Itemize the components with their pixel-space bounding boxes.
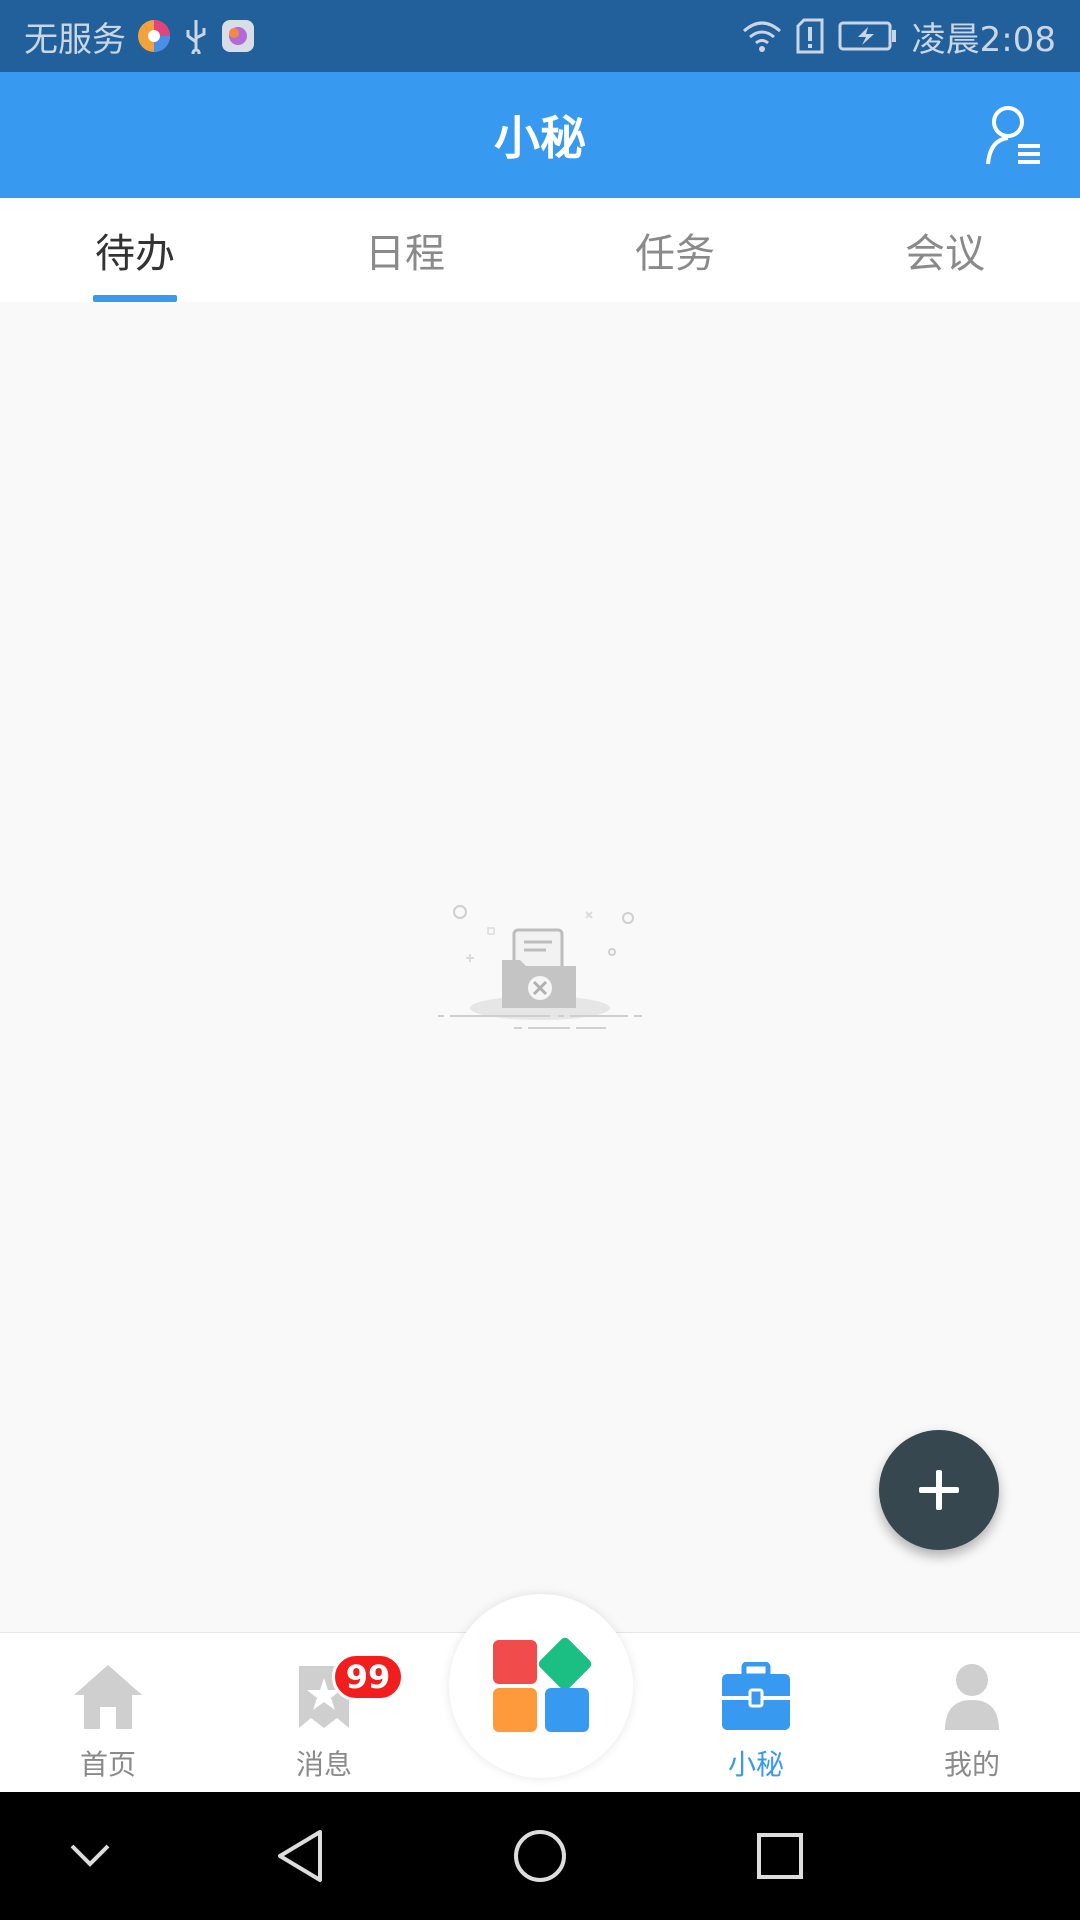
message-icon: 99	[288, 1653, 404, 1733]
empty-folder-icon	[430, 898, 650, 1038]
chevron-down-icon[interactable]	[54, 1820, 126, 1892]
app-bar: 小秘	[0, 72, 1080, 198]
nav-item-messages[interactable]: 99 消息	[234, 1633, 414, 1793]
status-left: 无服务	[24, 12, 256, 61]
wifi-icon	[742, 19, 782, 53]
app-store-icon	[220, 18, 256, 54]
battery-charging-icon	[838, 21, 898, 51]
home-icon	[72, 1661, 144, 1733]
recents-icon[interactable]	[744, 1820, 816, 1892]
nav-label: 小秘	[727, 1748, 784, 1781]
nav-label: 消息	[295, 1748, 352, 1781]
add-button[interactable]	[879, 1430, 999, 1550]
tab-tasks[interactable]: 任务	[540, 198, 810, 302]
message-badge: 99	[332, 1653, 404, 1701]
tab-schedule[interactable]: 日程	[270, 198, 540, 302]
back-icon[interactable]	[264, 1820, 336, 1892]
home-circle-icon[interactable]	[504, 1820, 576, 1892]
apps-grid-icon	[493, 1637, 592, 1732]
page-title: 小秘	[494, 111, 586, 165]
nav-label: 我的	[943, 1748, 1000, 1781]
carrier-text: 无服务	[24, 19, 126, 60]
plus-icon	[919, 1470, 959, 1510]
user-list-button[interactable]	[984, 102, 1044, 168]
usb-icon	[182, 18, 210, 54]
tab-indicator	[93, 295, 177, 302]
nav-label: 首页	[79, 1748, 136, 1781]
tab-label: 待办	[95, 231, 175, 277]
nav-item-home[interactable]: 首页	[18, 1633, 198, 1793]
tab-meetings[interactable]: 会议	[810, 198, 1080, 302]
status-right: 凌晨2:08	[742, 12, 1056, 61]
tab-label: 会议	[905, 231, 985, 277]
clock-text: 凌晨2:08	[911, 19, 1056, 60]
apps-button[interactable]	[449, 1594, 633, 1778]
system-nav-bar	[0, 1792, 1080, 1920]
status-bar: 无服务 凌晨2:08	[0, 0, 1080, 72]
tab-bar: 待办 日程 任务 会议	[0, 198, 1080, 302]
tab-label: 任务	[635, 231, 715, 277]
nav-item-secretary[interactable]: 小秘	[666, 1633, 846, 1793]
nav-item-me[interactable]: 我的	[882, 1633, 1062, 1793]
briefcase-icon	[720, 1661, 792, 1733]
sim-alert-icon	[796, 18, 824, 54]
tab-label: 日程	[365, 231, 445, 277]
tab-todo[interactable]: 待办	[0, 198, 270, 302]
browser-app-icon	[136, 18, 172, 54]
user-list-icon	[986, 106, 1040, 165]
person-icon	[936, 1661, 1008, 1733]
